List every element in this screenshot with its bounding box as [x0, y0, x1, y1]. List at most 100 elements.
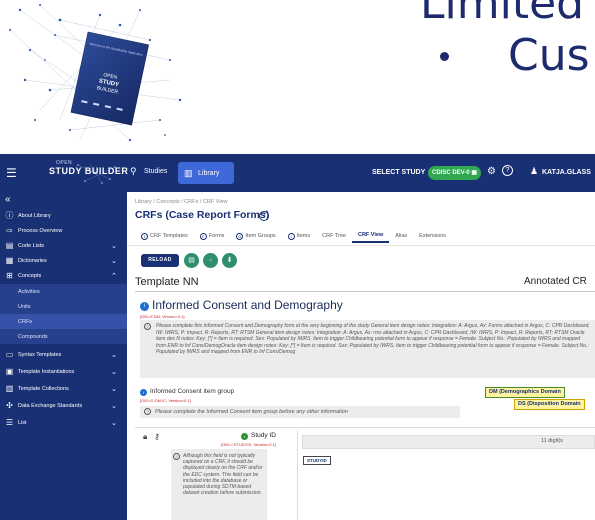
tab-label: CRF Tree: [322, 233, 346, 239]
top-navigation-bar: ☰ OPEN STUDY BUILDER ⚲ Studies ▥ Library…: [0, 154, 595, 192]
network-graph-illustration: Welcome to the StudyBuilder Application …: [9, 4, 182, 142]
tab-items[interactable]: I Items: [282, 229, 316, 243]
sidebar-item-label: Code Lists: [18, 242, 44, 249]
sidebar-item-list[interactable]: ☰ List ⌄: [0, 415, 127, 430]
sidebar-item-label: List: [18, 419, 27, 426]
tab-crf-tree[interactable]: CRF Tree: [316, 229, 352, 243]
tab-crf-view[interactable]: CRF View: [351, 229, 390, 243]
instantiation-icon: ▣: [5, 367, 14, 376]
slide-title: Limited: [420, 0, 585, 29]
item-note: Although this field is not typically cap…: [171, 449, 267, 520]
help-icon: ?: [173, 453, 180, 460]
collapse-sidebar-icon[interactable]: «: [5, 194, 11, 205]
study-builder-cover: Welcome to the StudyBuilder Application …: [70, 31, 150, 126]
studies-button[interactable]: ⚲ Studies: [130, 166, 167, 176]
studies-label: Studies: [144, 167, 168, 175]
item-name: Study ID: [251, 432, 276, 439]
form-info-icon[interactable]: i: [140, 302, 149, 311]
sdtm-variable-tag: STUDYID: [303, 456, 331, 465]
sidebar-item-template-collections[interactable]: ▥ Template Collections ⌄: [0, 381, 127, 396]
template-name: Template NN: [135, 276, 199, 288]
download-pdf-button[interactable]: ⬇: [222, 253, 237, 268]
sidebar-item-concepts[interactable]: ⊞ Concepts ⌃: [0, 268, 127, 283]
item-group-note: Please complete the Informed Consent ite…: [140, 406, 460, 418]
tab-label: Extensions: [419, 233, 447, 239]
sidebar-item-dictionaries[interactable]: ▦ Dictionaries ⌄: [0, 253, 127, 268]
item-study-id: i Study ID [OID=I.STUDYID, Version=0.1] …: [169, 430, 297, 520]
sidebar-subitem-units[interactable]: Units: [0, 299, 127, 314]
menu-icon[interactable]: ☰: [6, 166, 17, 180]
codelist-icon: ▤: [5, 241, 14, 250]
library-label: Library: [198, 169, 220, 177]
sidebar-subitem-activities[interactable]: Activities: [0, 284, 127, 299]
sidebar-subitem-label: Compounds: [18, 334, 48, 340]
sidebar-item-syntax-templates[interactable]: ▭ Syntax Templates ⌄: [0, 347, 127, 362]
cdisc-badge-label: CDISC DEV-0: [432, 170, 470, 176]
sidebar-item-label: Data Exchange Standards: [18, 402, 83, 409]
gear-icon[interactable]: ⚙: [487, 166, 496, 177]
user-icon[interactable]: ♟: [530, 166, 538, 177]
tab-label: Alias: [395, 233, 408, 239]
cdisc-version-badge[interactable]: CDISC DEV-0 ▣: [428, 166, 482, 180]
sidebar-item-label: Process Overview: [18, 227, 63, 234]
logo-main-text: STUDY BUILDER: [49, 166, 129, 176]
sidebar-item-data-exchange-standards[interactable]: ✣ Data Exchange Standards ⌄: [0, 398, 127, 413]
sidebar-item-label: Syntax Templates: [18, 351, 62, 358]
studies-icon: ⚲: [130, 166, 137, 176]
sidebar-item-code-lists[interactable]: ▤ Code Lists ⌄: [0, 238, 127, 253]
domain-badge-ds: DS (Disposition Domain: [514, 399, 585, 410]
tab-forms[interactable]: F Forms: [194, 229, 231, 243]
reload-button[interactable]: RELOAD: [141, 254, 179, 267]
tab-extensions[interactable]: Extensions: [413, 229, 452, 243]
help-icon[interactable]: ?: [259, 211, 269, 221]
info-icon: ⓘ: [5, 211, 14, 220]
library-icon: ▥: [184, 168, 193, 178]
item-group-info-icon[interactable]: i: [140, 389, 147, 396]
sidebar-item-template-instantiations[interactable]: ▣ Template Instantiations ⌄: [0, 364, 127, 379]
slide-header: Welcome to the StudyBuilder Application …: [0, 0, 595, 152]
divider: [135, 291, 595, 292]
key-icon: ⚷: [154, 432, 160, 441]
tab-alias[interactable]: Alias: [389, 229, 413, 243]
tab-label: Item Groups: [245, 233, 276, 239]
sidebar-item-label: Concepts: [18, 272, 42, 279]
tab-item-groups[interactable]: G Item Groups: [230, 229, 281, 243]
crf-tabs: T CRF Templates F Forms G Item Groups I Item…: [135, 229, 452, 243]
sidebar-subitem-crfs[interactable]: CRFs: [0, 314, 127, 329]
collection-icon: ▥: [5, 384, 14, 393]
study-builder-app: ☰ OPEN STUDY BUILDER ⚲ Studies ▥ Library…: [0, 154, 595, 520]
sidebar-subitem-label: CRFs: [18, 319, 33, 325]
template-icon: ▭: [5, 350, 14, 359]
sidebar-subitem-label: Units: [18, 304, 31, 310]
input-length-hint: 11 digit(s: [541, 438, 563, 444]
sidebar-item-label: Template Collections: [18, 385, 69, 392]
form-title: Informed Consent and Demography: [152, 298, 343, 312]
export-xml-button[interactable]: ◦: [203, 253, 218, 268]
export-html-button[interactable]: ▤: [184, 253, 199, 268]
item-group-title: Informed Consent item group: [150, 388, 235, 395]
tab-crf-templates[interactable]: T CRF Templates: [135, 229, 194, 243]
select-study-button[interactable]: SELECT STUDY: [372, 169, 425, 176]
sidebar-item-about-library[interactable]: ⓘ About Library: [0, 208, 127, 223]
exchange-icon: ✣: [6, 401, 13, 410]
annotated-crf-label: Annotated CR: [524, 276, 587, 287]
sidebar-item-process-overview[interactable]: ⇨ Process Overview: [0, 223, 127, 238]
page-title: CRFs (Case Report Forms): [135, 209, 270, 221]
item-icon: I: [287, 232, 295, 240]
library-button[interactable]: ▥ Library: [178, 162, 234, 184]
form-oid: [OID=F.DM, Version=0.1]: [140, 314, 185, 319]
item-info-icon[interactable]: i: [241, 433, 248, 440]
chevron-down-icon: ⌄: [111, 257, 117, 265]
tab-label: Forms: [208, 233, 225, 239]
item-oid: [OID=I.STUDYID, Version=0.1]: [221, 442, 276, 447]
username[interactable]: KATJA.GLASS: [542, 169, 591, 176]
chevron-down-icon: ⌄: [111, 419, 117, 427]
sidebar-subitem-compounds[interactable]: Compounds: [0, 329, 127, 344]
group-icon: G: [236, 232, 244, 240]
list-icon: ☰: [5, 418, 14, 427]
sidebar-subitem-label: Activities: [18, 289, 40, 295]
breadcrumb[interactable]: Library / Concepts / CRFs / CRF View: [135, 199, 228, 205]
help-icon[interactable]: ?: [502, 165, 513, 176]
tab-label: Items: [296, 233, 311, 239]
chevron-down-icon: ⌄: [111, 402, 117, 410]
